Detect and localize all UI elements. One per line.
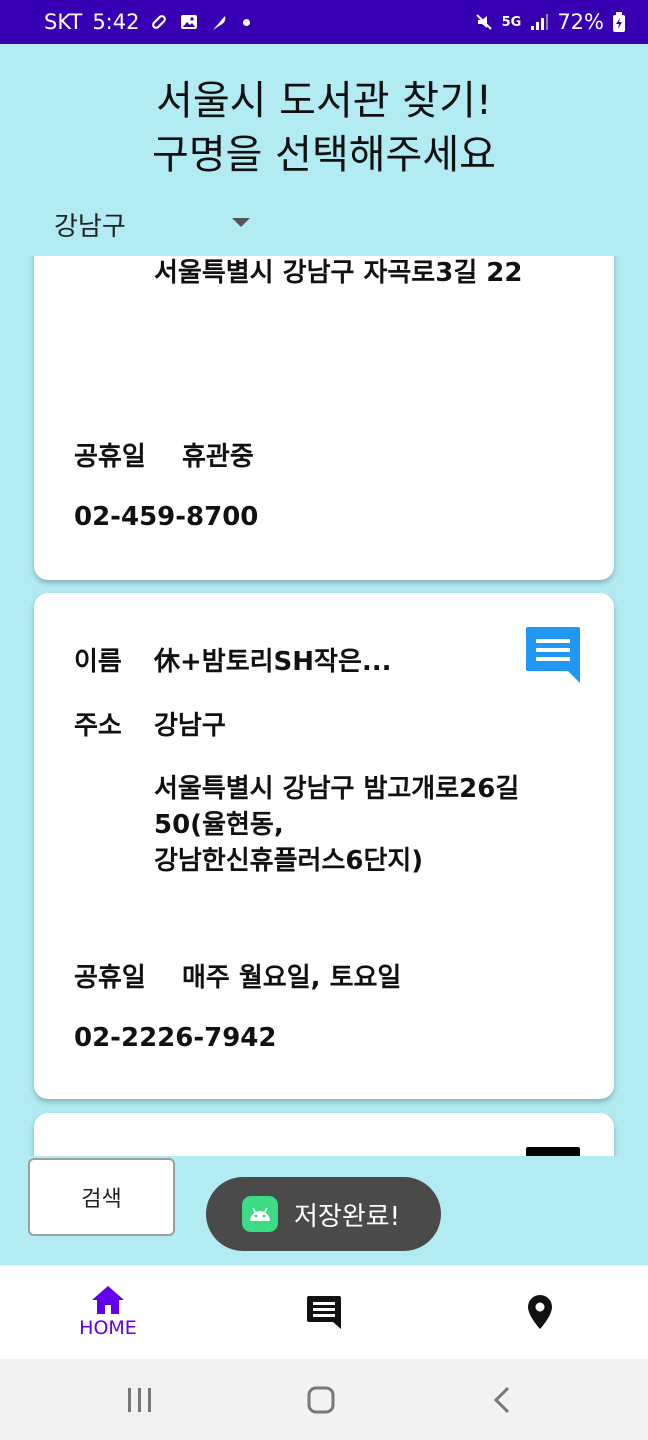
search-button[interactable]: 검색 xyxy=(28,1158,175,1236)
back-icon[interactable] xyxy=(492,1386,512,1414)
library-district: 강남구 xyxy=(154,711,226,741)
district-spinner-value: 강남구 xyxy=(54,211,126,242)
closed-day-label: 공휴일 xyxy=(74,963,146,993)
library-phone[interactable]: 02-2226-7942 xyxy=(74,1023,277,1053)
chevron-down-icon xyxy=(232,218,250,227)
toast-text: 저장완료! xyxy=(294,1201,401,1232)
closed-day-value: 매주 월요일, 토요일 xyxy=(182,963,402,993)
library-phone[interactable]: 02-459-8700 xyxy=(74,502,258,532)
library-card[interactable]: 이름 休+밤토리SH작은... 주소 강남구 서울특별시 강남구 밤고개로26길… xyxy=(34,593,614,1099)
nav-home[interactable]: HOME xyxy=(0,1265,216,1359)
address-line: 서울특별시 강남구 밤고개로26길 xyxy=(154,774,520,804)
toast: 저장완료! xyxy=(206,1177,441,1251)
signal-icon xyxy=(531,14,549,30)
library-address-detail: 서울특별시 강남구 밤고개로26길 50(율현동, 강남한신휴플러스6단지) xyxy=(154,771,519,879)
carrier-label: SKT xyxy=(44,10,83,34)
image-icon xyxy=(181,15,198,29)
recent-apps-icon[interactable] xyxy=(126,1387,154,1413)
nav-messages[interactable] xyxy=(216,1265,432,1359)
home-button-icon[interactable] xyxy=(307,1386,335,1414)
library-list[interactable]: 서울특별시 강남구 자곡로3길 22 공휴일 휴관중 02-459-8700 이… xyxy=(0,256,648,1156)
link-icon xyxy=(152,15,167,29)
status-bar: SKT 5:42 5G 72% xyxy=(0,0,648,44)
battery-icon xyxy=(613,12,625,32)
library-address-detail: 서울특별시 강남구 자곡로3길 22 xyxy=(154,258,523,288)
page-title-line2: 구명을 선택해주세요 xyxy=(152,132,496,178)
battery-percent: 72% xyxy=(557,10,604,34)
page-title: 서울시 도서관 찾기! 구명을 선택해주세요 xyxy=(0,74,648,182)
page-title-line1: 서울시 도서관 찾기! xyxy=(156,78,492,124)
library-card[interactable] xyxy=(34,1113,614,1156)
location-pin-icon xyxy=(528,1295,552,1329)
network-type-label: 5G xyxy=(501,14,522,30)
nav-home-label: HOME xyxy=(79,1317,137,1339)
address-line: 50(율현동, xyxy=(154,810,284,840)
address-line: 강남한신휴플러스6단지) xyxy=(154,846,424,876)
closed-day-label: 공휴일 xyxy=(74,442,146,472)
system-navigation-bar xyxy=(0,1359,648,1440)
library-name: 休+밤토리SH작은... xyxy=(154,647,392,677)
message-icon[interactable] xyxy=(524,1145,582,1156)
clock: 5:42 xyxy=(92,10,140,34)
name-label: 이름 xyxy=(74,647,122,677)
closed-day-value: 휴관중 xyxy=(182,442,254,472)
message-icon[interactable] xyxy=(524,625,582,683)
feather-icon xyxy=(213,16,226,30)
nav-map[interactable] xyxy=(432,1265,648,1359)
home-icon xyxy=(92,1286,124,1314)
mute-icon xyxy=(475,14,492,30)
address-label: 주소 xyxy=(74,711,122,741)
message-icon xyxy=(307,1296,341,1329)
notification-dot-icon xyxy=(243,18,251,26)
district-spinner[interactable]: 강남구 xyxy=(54,204,254,244)
bottom-navigation: HOME xyxy=(0,1265,648,1359)
library-card[interactable]: 서울특별시 강남구 자곡로3길 22 공휴일 휴관중 02-459-8700 xyxy=(34,256,614,580)
android-icon xyxy=(242,1196,278,1232)
